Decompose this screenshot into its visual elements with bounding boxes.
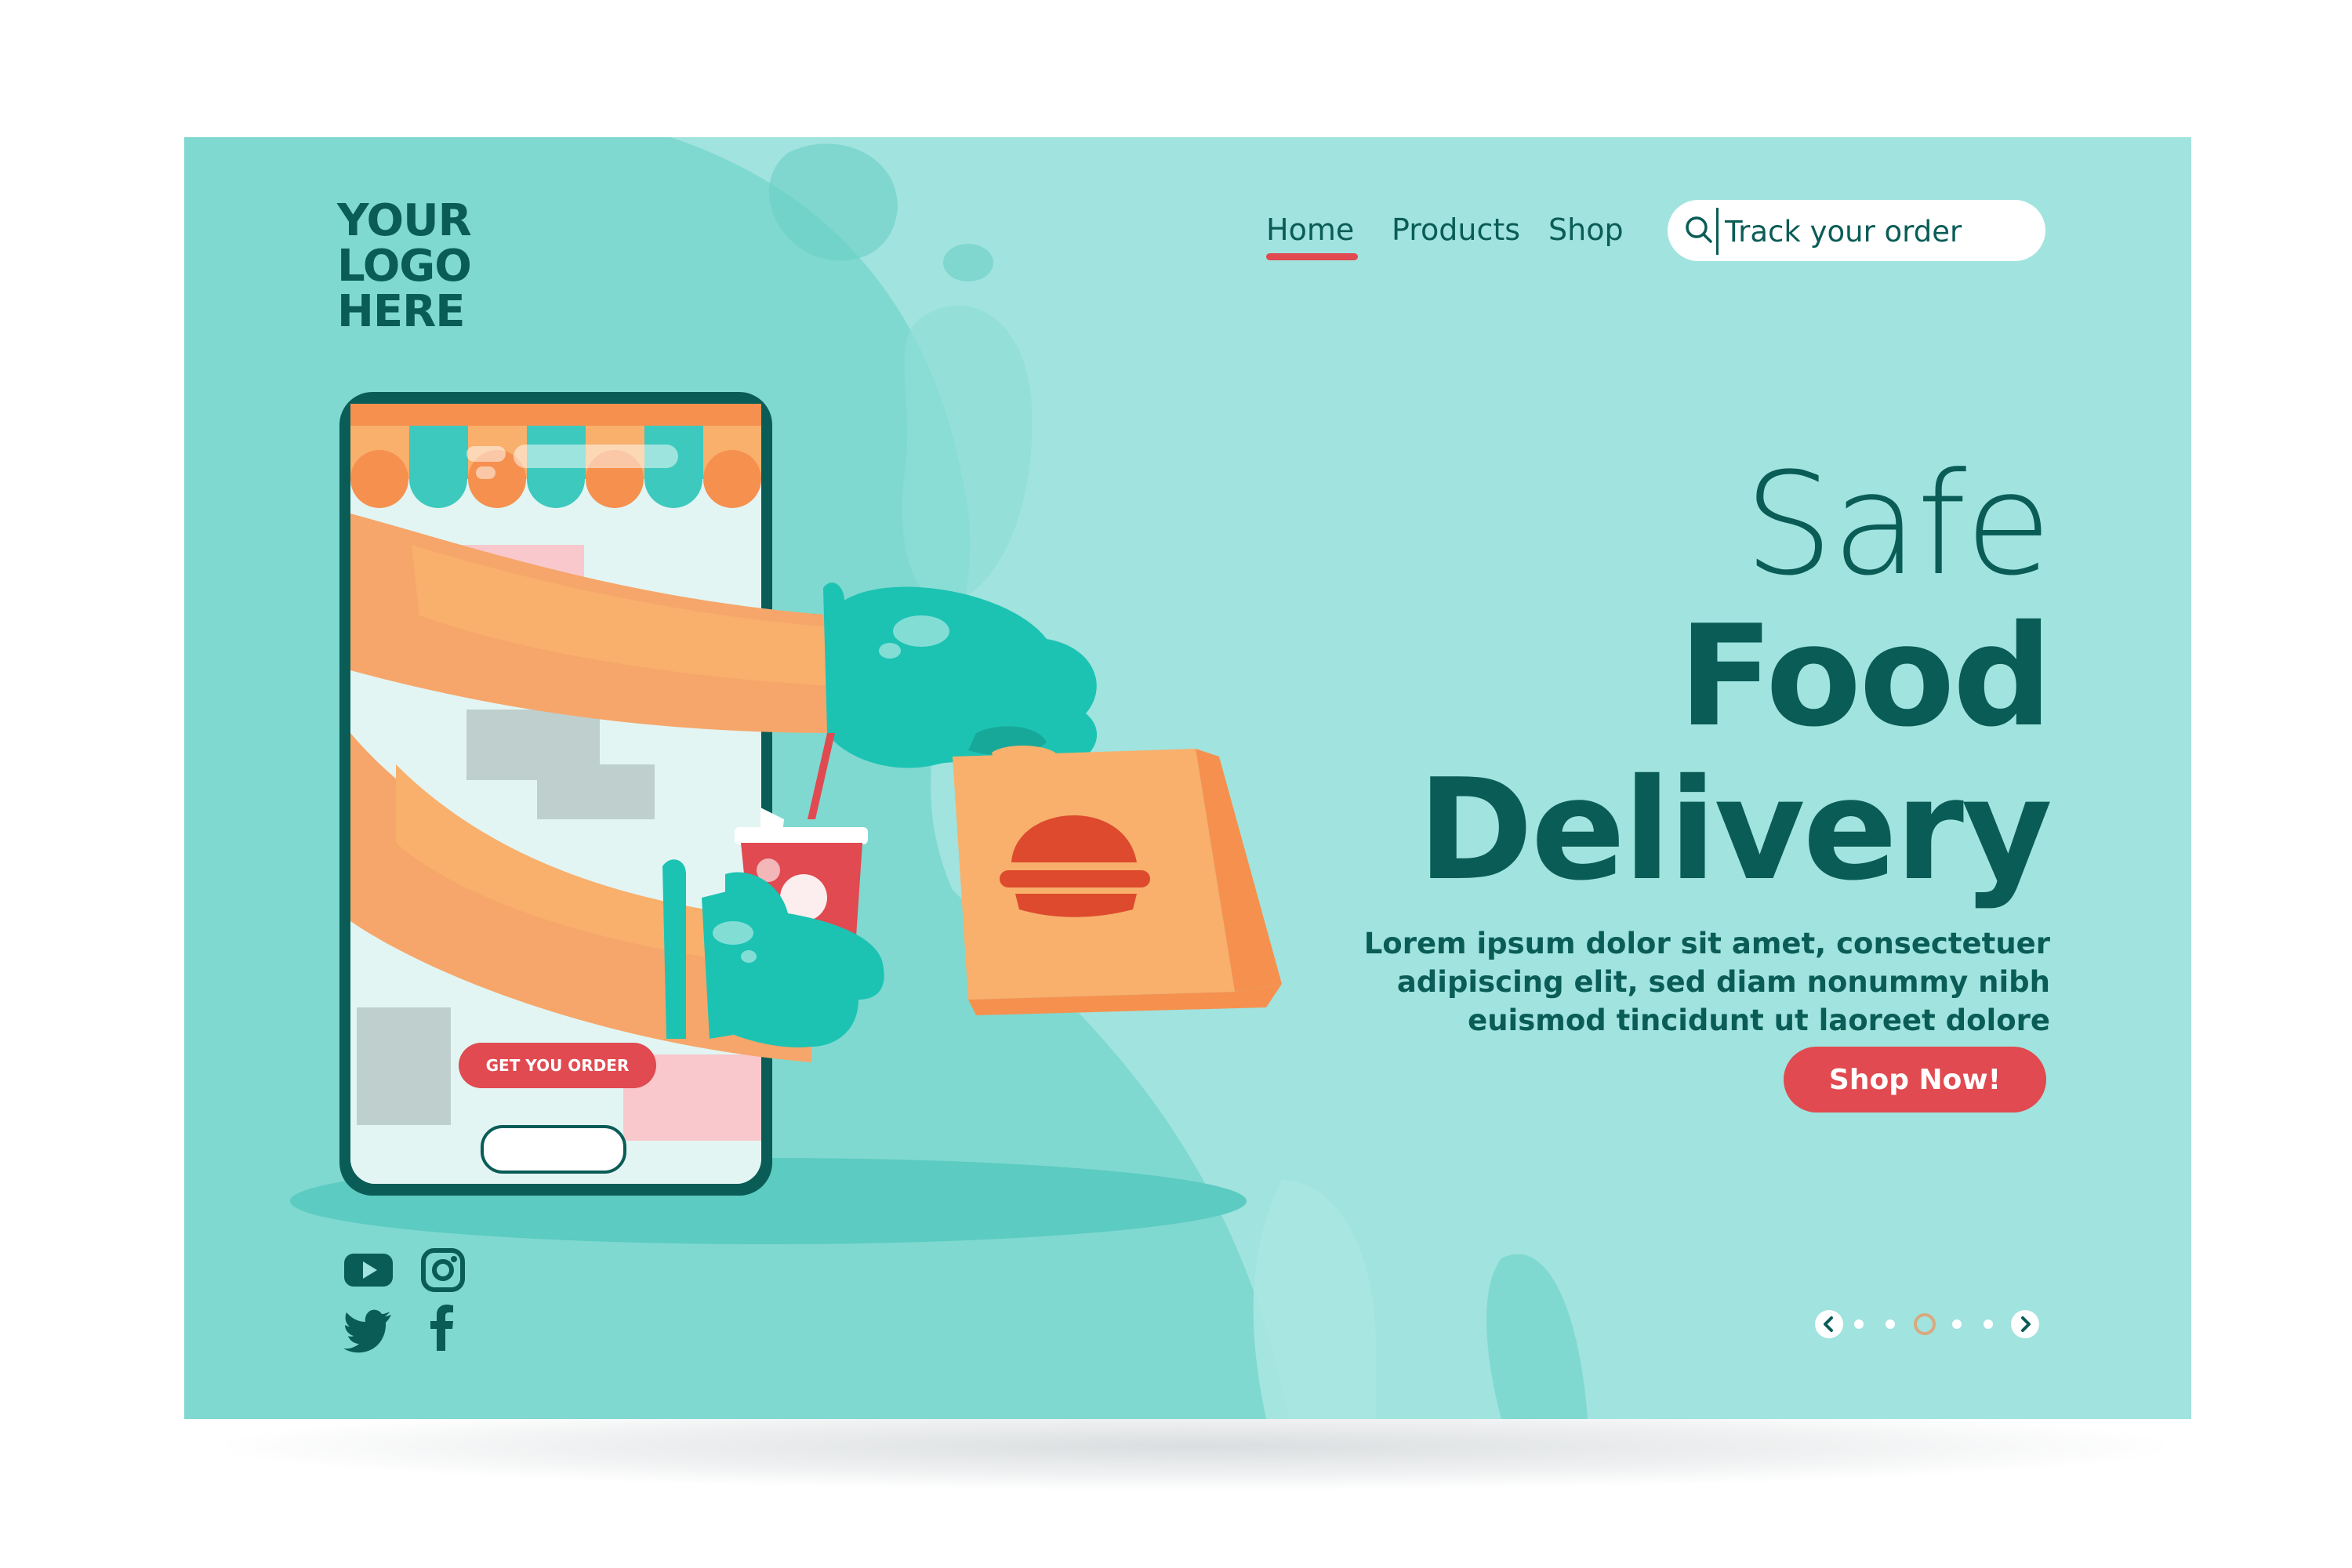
landing-page: YOUR LOGO HERE Home Products Shop Safe F…	[184, 137, 2191, 1419]
track-order-input[interactable]	[1716, 208, 2032, 255]
facebook-icon[interactable]	[416, 1299, 470, 1354]
background-splash-4	[1486, 1254, 1588, 1419]
hero-title-safe: Safe	[1744, 443, 2052, 607]
carousel-next-button[interactable]	[2011, 1310, 2039, 1338]
shop-now-button[interactable]: Shop Now!	[1784, 1047, 2046, 1112]
paper-bag	[953, 749, 1282, 1015]
carousel-pager	[1815, 1305, 2050, 1345]
background-splash-3	[1253, 1180, 1376, 1419]
chevron-left-icon	[1824, 1316, 1833, 1332]
nav-active-indicator	[1266, 253, 1358, 260]
carousel-dot[interactable]	[1952, 1319, 1962, 1329]
search-icon[interactable]	[1683, 214, 1715, 245]
social-links	[341, 1243, 474, 1360]
chevron-right-icon	[2021, 1316, 2031, 1332]
youtube-icon[interactable]	[341, 1243, 396, 1298]
carousel-dot-active[interactable]	[1914, 1313, 1936, 1335]
hero-title-food: Food	[1678, 595, 2053, 757]
carousel-dot[interactable]	[1984, 1319, 1993, 1329]
nav-item-products[interactable]: Products	[1392, 198, 1520, 261]
instagram-icon[interactable]	[416, 1243, 470, 1298]
logo[interactable]: YOUR LOGO HERE	[337, 195, 472, 337]
hero-description: Lorem ipsum dolor sit amet, consectetuer…	[1363, 927, 2050, 1037]
carousel-prev-button[interactable]	[1815, 1310, 1843, 1338]
carousel-dot[interactable]	[1886, 1319, 1895, 1329]
nav-item-shop[interactable]: Shop	[1548, 198, 1624, 261]
carousel-dot[interactable]	[1854, 1319, 1864, 1329]
track-order-search[interactable]	[1668, 200, 2045, 261]
nav-item-home[interactable]: Home	[1266, 198, 1354, 261]
hero-text: Safe Food Delivery Lorem ipsum dolor sit…	[1266, 443, 2053, 1040]
background-splash-2	[902, 305, 1033, 602]
background-dot	[943, 244, 993, 281]
logo-line-2: LOGO	[337, 241, 472, 292]
phone-home-button[interactable]	[481, 1125, 626, 1174]
hero-title-delivery: Delivery	[1417, 749, 2053, 911]
logo-line-3: HERE	[337, 286, 465, 337]
twitter-icon[interactable]	[341, 1299, 396, 1354]
logo-line-1: YOUR	[337, 195, 472, 246]
get-order-button[interactable]: GET YOU ORDER	[459, 1043, 656, 1088]
